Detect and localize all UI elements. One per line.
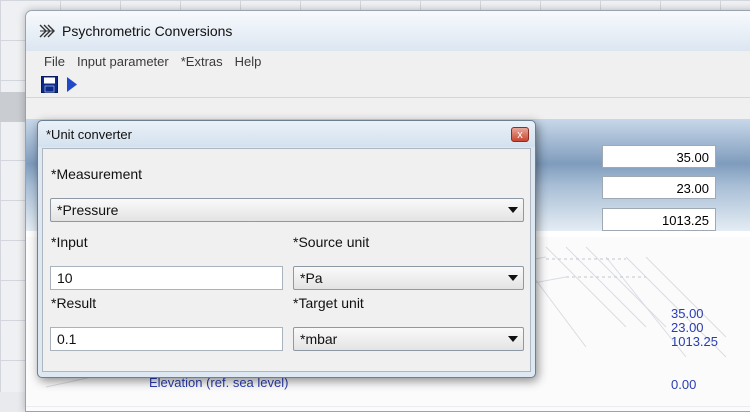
close-button[interactable]: x bbox=[511, 127, 529, 142]
menu-help[interactable]: Help bbox=[235, 54, 262, 69]
toolbar bbox=[26, 71, 750, 98]
run-icon[interactable] bbox=[66, 76, 78, 93]
dialog-title: *Unit converter bbox=[46, 126, 132, 142]
input-label: *Input bbox=[51, 234, 88, 250]
result-label: *Result bbox=[51, 295, 97, 311]
menu-extras[interactable]: *Extras bbox=[181, 54, 223, 69]
elevation-value: 0.00 bbox=[671, 377, 697, 392]
source-unit-select[interactable]: *Pa bbox=[293, 266, 524, 290]
window-title: Psychrometric Conversions bbox=[62, 23, 233, 39]
target-unit-select[interactable]: *mbar bbox=[293, 327, 524, 351]
chevron-down-icon bbox=[508, 336, 518, 342]
result-value-1: 35.00 bbox=[671, 306, 704, 321]
input-value-1[interactable]: 35.00 bbox=[602, 145, 716, 168]
input-value-3[interactable]: 1013.25 bbox=[602, 208, 716, 231]
input-value-2[interactable]: 23.00 bbox=[602, 176, 716, 199]
chevron-down-icon bbox=[508, 275, 518, 281]
unit-converter-dialog: *Unit converter x *Measurement *Pressure… bbox=[37, 120, 536, 378]
target-unit-select-value: *mbar bbox=[300, 331, 338, 347]
measurement-select-value: *Pressure bbox=[57, 202, 119, 218]
result-value-3: 1013.25 bbox=[671, 334, 718, 349]
title-bar[interactable]: Psychrometric Conversions bbox=[26, 11, 750, 51]
result-value-2: 23.00 bbox=[671, 320, 704, 335]
result-field[interactable]: 0.1 bbox=[50, 327, 283, 351]
app-icon bbox=[38, 22, 56, 40]
menu-file[interactable]: File bbox=[44, 54, 65, 69]
dialog-body: *Measurement *Pressure *Input *Source un… bbox=[42, 148, 531, 372]
menu-bar: File Input parameter *Extras Help bbox=[26, 51, 750, 71]
chevron-down-icon bbox=[508, 207, 518, 213]
measurement-select[interactable]: *Pressure bbox=[50, 198, 524, 222]
save-icon[interactable] bbox=[41, 75, 58, 93]
source-unit-label: *Source unit bbox=[293, 234, 370, 250]
input-field[interactable]: 10 bbox=[50, 266, 283, 290]
dialog-title-bar[interactable]: *Unit converter bbox=[38, 121, 535, 147]
close-icon: x bbox=[517, 129, 523, 141]
menu-input-parameter[interactable]: Input parameter bbox=[77, 54, 169, 69]
measurement-label: *Measurement bbox=[51, 166, 143, 182]
target-unit-label: *Target unit bbox=[293, 295, 364, 311]
source-unit-select-value: *Pa bbox=[300, 270, 323, 286]
